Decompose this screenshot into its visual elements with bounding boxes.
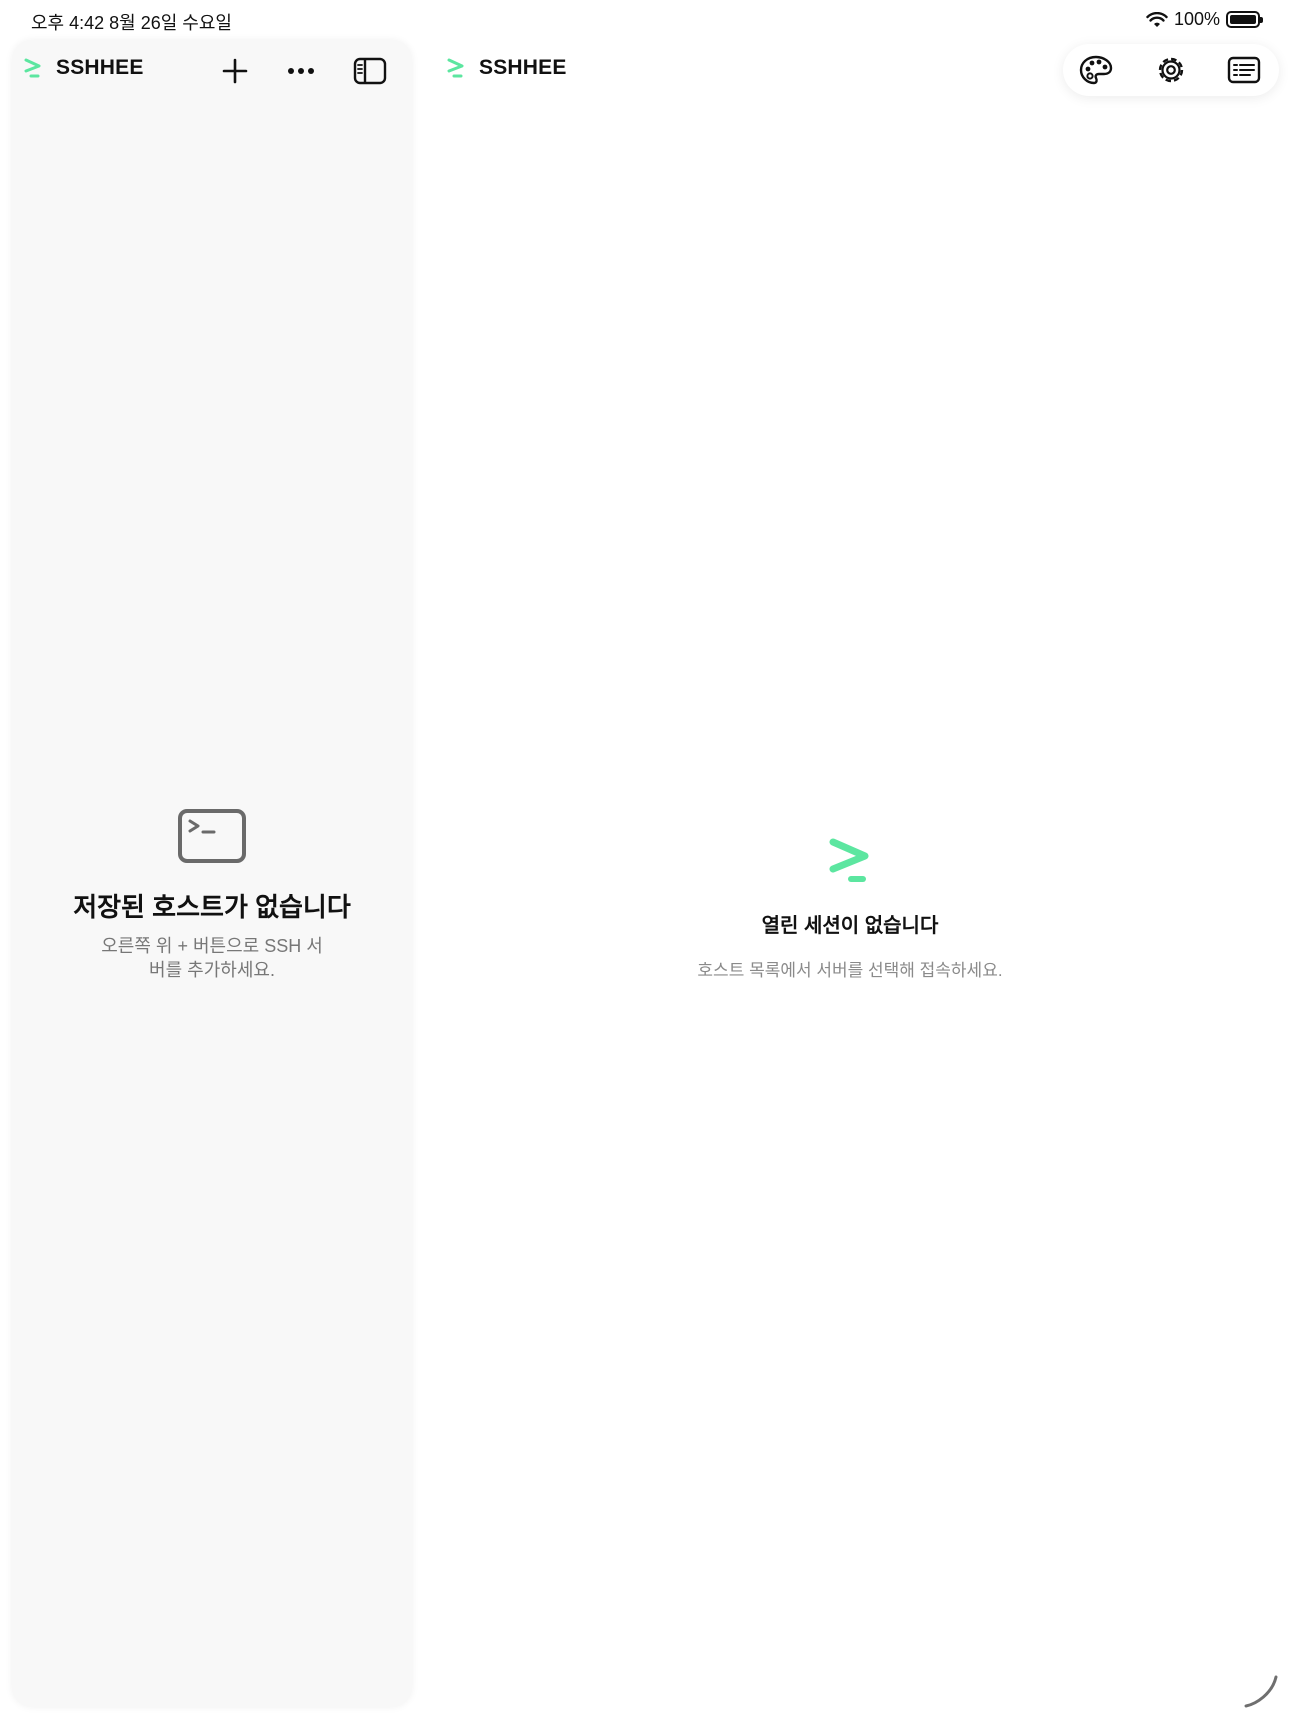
status-time: 오후 4:42 8월 26일 수요일 [31, 13, 232, 33]
add-host-button[interactable] [218, 54, 252, 88]
list-icon [1227, 56, 1261, 84]
top-toolbar [1063, 44, 1279, 96]
sidebar-empty-state: 저장된 호스트가 없습니다 오른쪽 위 + 버튼으로 SSH 서버를 추가하세요… [12, 808, 412, 982]
sidebar: SSHHEE 저장된 호스트가 없습니다 오른쪽 위 + 버튼으로 SSH 서버… [12, 40, 412, 1707]
main-empty-subtitle: 호스트 목록에서 서버를 선택해 접속하세요. [697, 961, 1003, 980]
sidebar-toggle-button[interactable] [352, 54, 388, 88]
main-brand: SSHHEE [447, 56, 567, 80]
status-indicators: 100% [1146, 9, 1263, 30]
terminal-icon [178, 809, 246, 863]
wifi-icon [1146, 11, 1168, 27]
ellipsis-icon [288, 68, 314, 74]
more-button[interactable] [284, 54, 318, 88]
screen: 오후 4:42 8월 26일 수요일 100% SSHHEE 저장된 호스트가 … [0, 0, 1290, 1720]
status-bar: 오후 4:42 8월 26일 수요일 100% [0, 0, 1290, 40]
battery-icon [1226, 11, 1263, 28]
app-name: SSHHEE [56, 56, 144, 79]
resize-handle-icon[interactable] [1244, 1674, 1278, 1708]
sidebar-toggle-icon [353, 57, 387, 85]
sidebar-brand: SSHHEE [24, 56, 144, 80]
battery-percent: 100% [1173, 9, 1220, 29]
main-empty-title: 열린 세션이 없습니다 [761, 915, 939, 937]
app-logo-icon [24, 58, 41, 78]
sidebar-header: SSHHEE [12, 40, 412, 96]
app-logo-icon [829, 838, 869, 882]
plus-icon [222, 58, 248, 84]
sidebar-empty-title: 저장된 호스트가 없습니다 [73, 892, 351, 922]
app-logo-icon [447, 58, 464, 78]
session-list-button[interactable] [1226, 53, 1262, 87]
palette-icon [1079, 55, 1113, 85]
main-empty-state: 열린 세션이 없습니다 호스트 목록에서 서버를 선택해 접속하세요. [640, 838, 1060, 981]
settings-button[interactable] [1153, 53, 1189, 87]
main-app-name: SSHHEE [479, 56, 567, 79]
sidebar-empty-subtitle: 오른쪽 위 + 버튼으로 SSH 서버를 추가하세요. [101, 936, 323, 980]
gear-icon [1158, 57, 1184, 83]
theme-button[interactable] [1078, 53, 1114, 87]
